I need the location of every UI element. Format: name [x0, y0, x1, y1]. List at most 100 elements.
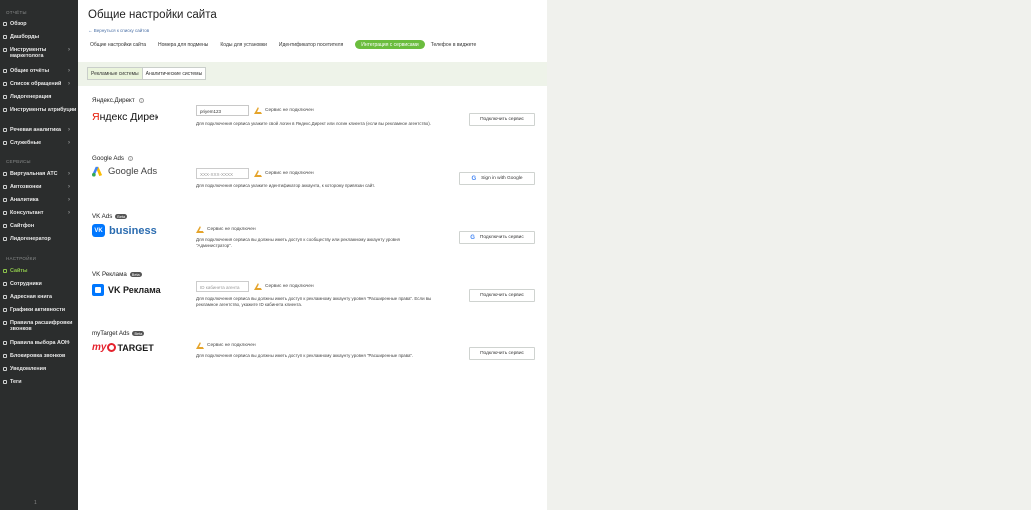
sidebar-item-address-book[interactable]: Адресная книга [0, 294, 78, 300]
vk-reklama-icon [92, 284, 104, 296]
aon-icon [3, 341, 7, 345]
sidebar-item-analytics[interactable]: Аналитика › [0, 197, 78, 203]
tools-icon [3, 48, 7, 52]
vkads-connect-button[interactable]: G Подключить сервис [459, 231, 535, 244]
vk-reklama-logo: VK Реклама [92, 284, 161, 296]
tab-integrations[interactable]: Интеграция с сервисами [355, 40, 425, 49]
vkreklama-status: Сервис не подключен [254, 283, 314, 290]
sidebar-item-sites[interactable]: Сайты [0, 268, 78, 274]
warning-icon [254, 283, 262, 290]
phone-icon [3, 224, 7, 228]
pbx-icon [3, 172, 7, 176]
sidebar-item-sitephone[interactable]: Сайтфон [0, 223, 78, 229]
sidebar-item-aon-rules[interactable]: Правила выбора АОН › [0, 340, 78, 346]
reports-icon [3, 69, 7, 73]
mytarget-logo-my: my [92, 342, 107, 353]
tab-visitor-id[interactable]: Идентификатор посетителя [279, 42, 343, 48]
tab-general[interactable]: Общие настройки сайта [90, 42, 146, 48]
subtab-band: Рекламные системы Аналитические системы [78, 62, 547, 86]
sidebar-item-employees[interactable]: Сотрудники [0, 281, 78, 287]
sidebar-item-consultant[interactable]: Консультант › [0, 210, 78, 216]
leadgen-icon [3, 95, 7, 99]
attribution-icon [3, 108, 7, 112]
mytarget-logo-text: TARGET [117, 342, 154, 353]
info-icon[interactable]: i [128, 156, 133, 161]
chevron-right-icon: › [68, 171, 70, 177]
service-icon [3, 141, 7, 145]
yandex-description: Для подключения сервиса укажите свой лог… [196, 121, 431, 126]
block-icon [3, 354, 7, 358]
info-icon[interactable]: i [138, 98, 144, 103]
vk-cabinet-id-input[interactable]: ID кабинета агента [196, 281, 249, 292]
chevron-right-icon: › [68, 197, 70, 203]
tab-widget-phone[interactable]: Телефон в виджете [431, 42, 477, 48]
beta-badge: Beta [129, 272, 142, 277]
employees-icon [3, 282, 7, 286]
google-account-id-input[interactable]: XXX-XXX-XXXX [196, 168, 249, 179]
vkreklama-description: Для подключения сервиса вы должны иметь … [196, 296, 432, 307]
tab-install-codes[interactable]: Коды для установки [220, 42, 267, 48]
yandex-connect-button[interactable]: Подключить сервис [469, 113, 535, 126]
bell-icon [3, 367, 7, 371]
google-ads-logo: Google Ads [92, 166, 157, 177]
tab-substitution-numbers[interactable]: Номера для подмены [158, 42, 208, 48]
subtab-ad-systems[interactable]: Рекламные системы [88, 68, 143, 79]
yandex-logo-rest: ндекс Директ [100, 111, 158, 123]
overview-icon [3, 22, 7, 26]
sidebar-item-service[interactable]: Служебные › [0, 140, 78, 146]
empty-area [547, 0, 1031, 510]
transcription-icon [3, 321, 7, 325]
sidebar-item-requests[interactable]: Список обращений › [0, 81, 78, 87]
dashboard-icon [3, 35, 7, 39]
sidebar-item-dashboards[interactable]: Дашборды [0, 34, 78, 40]
sidebar-item-autocalls[interactable]: Автозвонки › [0, 184, 78, 190]
mytarget-title: myTarget Ads Beta [92, 330, 145, 337]
chevron-right-icon: › [68, 210, 70, 216]
settings-tabs: Общие настройки сайта Номера для подмены… [90, 40, 488, 49]
sidebar-item-transcription-rules[interactable]: Правила расшифровки звонков [0, 320, 78, 332]
sidebar-bottom-indicator: 1 [34, 500, 37, 506]
warning-icon [254, 170, 262, 177]
sidebar-item-leadgenerator[interactable]: Лидогенератор [0, 236, 78, 242]
vk-reklama-title: VK Реклама Beta [92, 271, 142, 278]
sidebar-item-tags[interactable]: Теги [0, 379, 78, 385]
sidebar-item-leadgen[interactable]: Лидогенерация [0, 94, 78, 100]
yandex-direct-logo: Яндекс Директ [92, 109, 165, 128]
google-icon: G [470, 234, 475, 241]
schedule-icon [3, 308, 7, 312]
vkads-status: Сервис не подключен [196, 226, 256, 233]
sidebar-item-activity-schedules[interactable]: Графики активности [0, 307, 78, 313]
yandex-login-input[interactable]: priyem123 [196, 105, 249, 116]
sidebar-item-attribution[interactable]: Инструменты атрибуции › [0, 107, 78, 113]
sidebar-section-reports: ОТЧЁТЫ [6, 10, 27, 15]
mytarget-logo: my TARGET [92, 342, 154, 353]
yandex-direct-title: Яндекс.Директ i [92, 97, 144, 104]
sidebar-item-notifications[interactable]: Уведомления [0, 366, 78, 372]
vk-reklama-logo-text: VK Реклама [108, 285, 161, 295]
mytarget-connect-button[interactable]: Подключить сервис [469, 347, 535, 360]
sidebar-item-speech-analytics[interactable]: Речевая аналитика › [0, 127, 78, 133]
svg-text:Яндекс Директ: Яндекс Директ [92, 111, 158, 123]
speech-icon [3, 128, 7, 132]
google-ads-logo-icon [92, 166, 103, 177]
sidebar-item-general-reports[interactable]: Общие отчёты › [0, 68, 78, 74]
sidebar-item-virtual-pbx[interactable]: Виртуальная АТС › [0, 171, 78, 177]
google-ads-title: Google Ads i [92, 155, 133, 162]
google-signin-button[interactable]: G Sign in with Google [459, 172, 535, 185]
page-title: Общие настройки сайта [88, 9, 217, 21]
warning-icon [196, 226, 204, 233]
sidebar-item-call-blocking[interactable]: Блокировка звонков [0, 353, 78, 359]
subtabs: Рекламные системы Аналитические системы [87, 67, 207, 80]
sidebar-item-marketing-tools[interactable]: Инструменты маркетолога › [0, 47, 78, 59]
tag-icon [3, 380, 7, 384]
vkreklama-connect-button[interactable]: Подключить сервис [469, 289, 535, 302]
warning-icon [196, 342, 204, 349]
chevron-right-icon: › [68, 47, 70, 53]
sites-icon [3, 269, 7, 273]
google-status: Сервис не подключен [254, 170, 314, 177]
analytics-icon [3, 198, 7, 202]
sidebar-item-overview[interactable]: Обзор [0, 21, 78, 27]
back-to-sites-link[interactable]: ← Вернуться к списку сайтов [88, 28, 149, 33]
subtab-analytics-systems[interactable]: Аналитические системы [143, 68, 206, 79]
autocall-icon [3, 185, 7, 189]
